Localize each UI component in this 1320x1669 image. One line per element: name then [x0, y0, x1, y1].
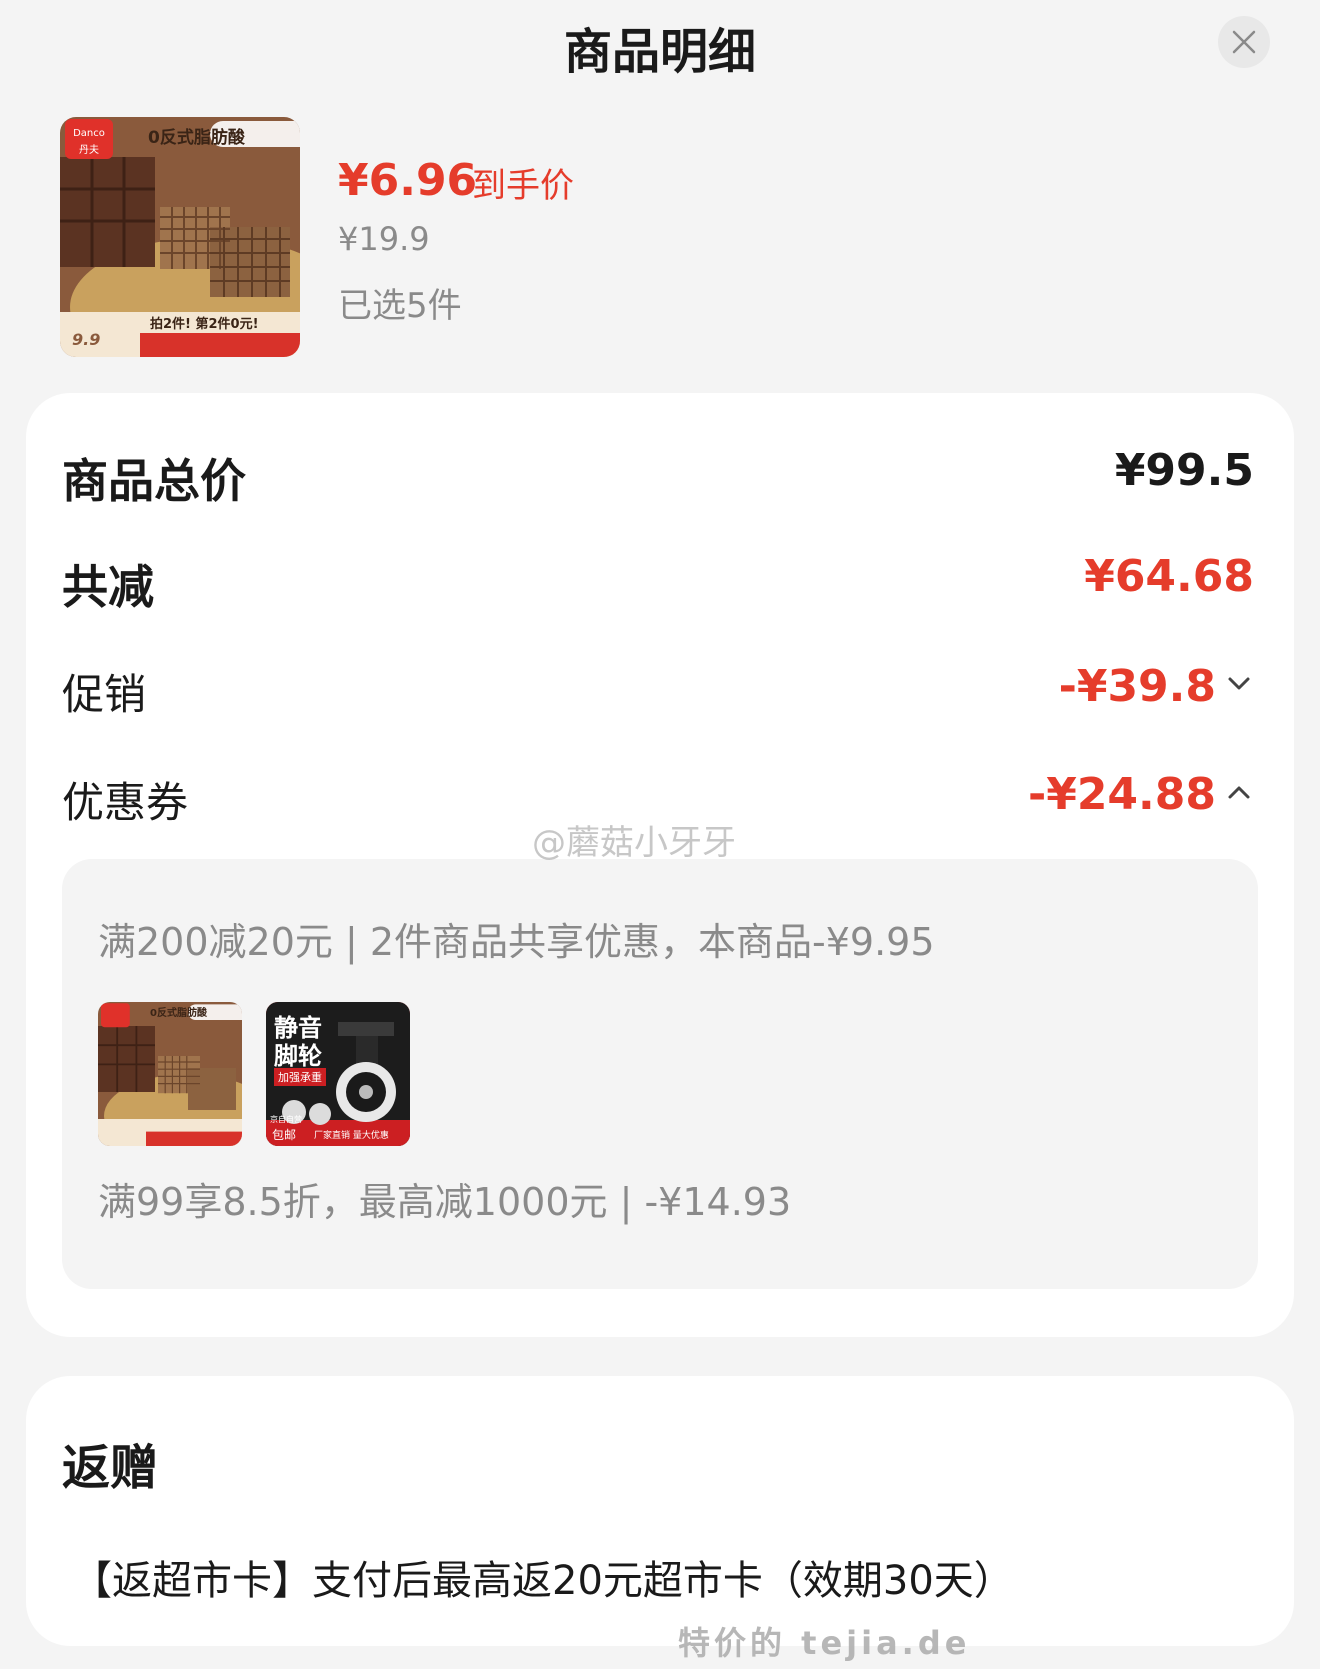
- total-price-value: ¥99.5: [1114, 445, 1254, 496]
- chevron-up-icon[interactable]: [1224, 777, 1254, 807]
- coupon-details: 满200减20元 | 2件商品共享优惠，本商品-¥9.95 0反式脂肪酸 静音 …: [62, 859, 1258, 1289]
- selected-count: 已选5件: [338, 286, 462, 326]
- close-icon: [1232, 30, 1256, 54]
- product-image: 0反式脂肪酸 Danco 丹夫 拍2件! 第2件0元! 9.9: [60, 117, 300, 357]
- watermark: @蘑菇小牙牙: [532, 823, 736, 863]
- chevron-down-icon[interactable]: [1224, 669, 1254, 699]
- original-price: ¥19.9: [338, 220, 430, 258]
- promotion-value: -¥39.8: [1058, 661, 1216, 712]
- gift-card: 返赠 【返超市卡】支付后最高返20元超市卡（效期30天）: [26, 1376, 1294, 1646]
- product-image-promo: 拍2件! 第2件0元!: [150, 317, 259, 332]
- brand-logo: Danco: [73, 128, 105, 139]
- total-discount-label: 共减: [62, 560, 154, 614]
- coupon-item-caster[interactable]: 静音 脚轮 加强承重 京自自营 包邮 厂家直销 量大优惠: [266, 1002, 410, 1146]
- caster-banner: 厂家直销 量大优惠: [314, 1131, 389, 1141]
- coupon-item-wafer-badge: 0反式脂肪酸: [150, 1008, 207, 1019]
- footer-watermark: 特价的 tejia.de: [678, 1624, 971, 1662]
- caster-shipping-2: 包邮: [272, 1128, 297, 1142]
- final-price: ¥6.96: [338, 155, 478, 206]
- gift-title: 返赠: [62, 1440, 159, 1496]
- coupon-item-wafer[interactable]: 0反式脂肪酸: [98, 1002, 242, 1146]
- total-price-label: 商品总价: [62, 454, 246, 508]
- total-discount-value: ¥64.68: [1084, 551, 1254, 602]
- brand-logo-cn: 丹夫: [79, 145, 99, 156]
- price-summary-card: 商品总价 ¥99.5 共减 ¥64.68 促销 -¥39.8 优惠券 -¥24.…: [26, 393, 1294, 1337]
- caster-title-2: 脚轮: [274, 1042, 322, 1070]
- page-title: 商品明细: [563, 24, 756, 80]
- product-image-price-tag: 9.9: [72, 330, 101, 349]
- coupon-value: -¥24.88: [1027, 769, 1216, 820]
- coupon-rule-2: 满99享8.5折，最高减1000元 | -¥14.93: [98, 1180, 792, 1224]
- coupon-rule-1: 满200减20元 | 2件商品共享优惠，本商品-¥9.95: [98, 920, 935, 964]
- final-price-label: 到手价: [472, 166, 574, 206]
- caster-tag: 加强承重: [274, 1068, 326, 1086]
- gift-description: 【返超市卡】支付后最高返20元超市卡（效期30天）: [72, 1558, 1014, 1604]
- product-image-badge: 0反式脂肪酸: [148, 128, 245, 148]
- caster-shipping: 京自自营: [270, 1115, 302, 1124]
- promotion-label: 促销: [62, 670, 147, 719]
- close-button[interactable]: [1218, 16, 1270, 68]
- coupon-label: 优惠券: [62, 778, 189, 827]
